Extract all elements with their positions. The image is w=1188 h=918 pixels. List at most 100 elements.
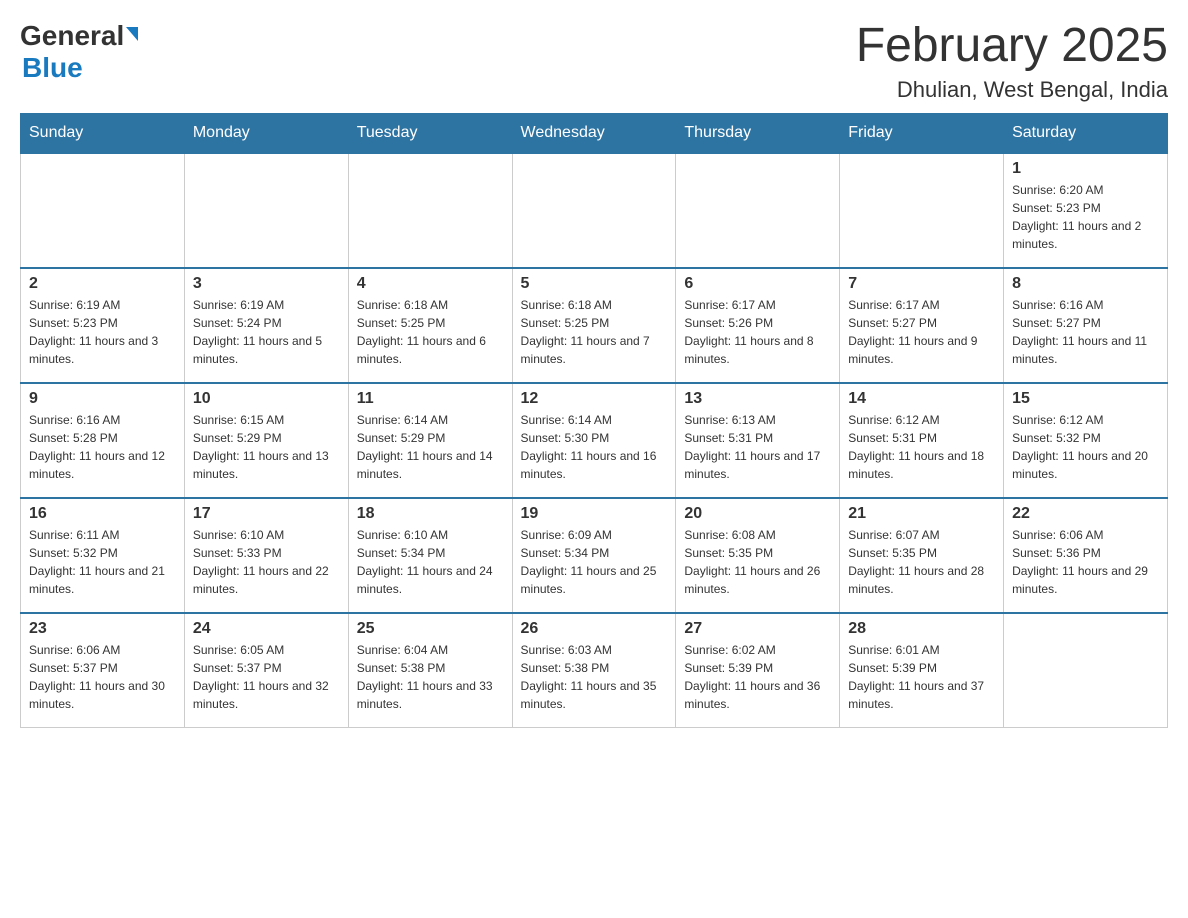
calendar-table: SundayMondayTuesdayWednesdayThursdayFrid…: [20, 113, 1168, 729]
calendar-cell: 24 Sunrise: 6:05 AMSunset: 5:37 PMDayligh…: [184, 613, 348, 728]
day-number: 9: [29, 390, 176, 408]
day-info: Sunrise: 6:04 AMSunset: 5:38 PMDaylight:…: [357, 641, 504, 713]
header-saturday: Saturday: [1004, 113, 1168, 153]
day-number: 13: [684, 390, 831, 408]
day-info: Sunrise: 6:18 AMSunset: 5:25 PMDaylight:…: [357, 296, 504, 368]
day-number: 26: [521, 620, 668, 638]
day-info: Sunrise: 6:19 AMSunset: 5:23 PMDaylight:…: [29, 296, 176, 368]
week-row-4: 16 Sunrise: 6:11 AMSunset: 5:32 PMDayligh…: [21, 498, 1168, 613]
calendar-cell: [184, 153, 348, 268]
day-number: 23: [29, 620, 176, 638]
header-row: SundayMondayTuesdayWednesdayThursdayFrid…: [21, 113, 1168, 153]
day-number: 7: [848, 275, 995, 293]
calendar-cell: 19 Sunrise: 6:09 AMSunset: 5:34 PMDayligh…: [512, 498, 676, 613]
calendar-cell: 9 Sunrise: 6:16 AMSunset: 5:28 PMDaylight…: [21, 383, 185, 498]
day-number: 4: [357, 275, 504, 293]
header-thursday: Thursday: [676, 113, 840, 153]
calendar-cell: 27 Sunrise: 6:02 AMSunset: 5:39 PMDayligh…: [676, 613, 840, 728]
week-row-1: 1Sunrise: 6:20 AMSunset: 5:23 PMDaylight…: [21, 153, 1168, 268]
calendar-cell: 13Sunrise: 6:13 AMSunset: 5:31 PMDayligh…: [676, 383, 840, 498]
day-number: 25: [357, 620, 504, 638]
calendar-cell: 7 Sunrise: 6:17 AMSunset: 5:27 PMDaylight…: [840, 268, 1004, 383]
day-number: 19: [521, 505, 668, 523]
day-info: Sunrise: 6:18 AMSunset: 5:25 PMDaylight:…: [521, 296, 668, 368]
calendar-cell: [840, 153, 1004, 268]
header-wednesday: Wednesday: [512, 113, 676, 153]
calendar-cell: 14Sunrise: 6:12 AMSunset: 5:31 PMDayligh…: [840, 383, 1004, 498]
calendar-cell: 2Sunrise: 6:19 AMSunset: 5:23 PMDaylight…: [21, 268, 185, 383]
header-monday: Monday: [184, 113, 348, 153]
calendar-cell: 26Sunrise: 6:03 AMSunset: 5:38 PMDayligh…: [512, 613, 676, 728]
calendar-cell: 18 Sunrise: 6:10 AMSunset: 5:34 PMDayligh…: [348, 498, 512, 613]
calendar-cell: [1004, 613, 1168, 728]
calendar-cell: [21, 153, 185, 268]
day-number: 11: [357, 390, 504, 408]
day-info: Sunrise: 6:08 AMSunset: 5:35 PMDaylight:…: [684, 526, 831, 598]
day-info: Sunrise: 6:17 AMSunset: 5:26 PMDaylight:…: [684, 296, 831, 368]
day-number: 28: [848, 620, 995, 638]
week-row-2: 2Sunrise: 6:19 AMSunset: 5:23 PMDaylight…: [21, 268, 1168, 383]
day-info: Sunrise: 6:12 AMSunset: 5:31 PMDaylight:…: [848, 411, 995, 483]
day-info: Sunrise: 6:06 AMSunset: 5:36 PMDaylight:…: [1012, 526, 1159, 598]
calendar-cell: 12 Sunrise: 6:14 AMSunset: 5:30 PMDayligh…: [512, 383, 676, 498]
day-info: Sunrise: 6:17 AMSunset: 5:27 PMDaylight:…: [848, 296, 995, 368]
day-info: Sunrise: 6:12 AMSunset: 5:32 PMDaylight:…: [1012, 411, 1159, 483]
day-info: Sunrise: 6:11 AMSunset: 5:32 PMDaylight:…: [29, 526, 176, 598]
calendar-cell: 25 Sunrise: 6:04 AMSunset: 5:38 PMDayligh…: [348, 613, 512, 728]
calendar-title: February 2025: [856, 20, 1168, 73]
day-number: 16: [29, 505, 176, 523]
day-number: 12: [521, 390, 668, 408]
logo-arrow-icon: [126, 27, 138, 41]
day-info: Sunrise: 6:01 AMSunset: 5:39 PMDaylight:…: [848, 641, 995, 713]
day-number: 8: [1012, 275, 1159, 293]
day-info: Sunrise: 6:16 AMSunset: 5:28 PMDaylight:…: [29, 411, 176, 483]
day-number: 15: [1012, 390, 1159, 408]
day-number: 17: [193, 505, 340, 523]
day-number: 27: [684, 620, 831, 638]
calendar-cell: [676, 153, 840, 268]
day-info: Sunrise: 6:05 AMSunset: 5:37 PMDaylight:…: [193, 641, 340, 713]
day-info: Sunrise: 6:10 AMSunset: 5:34 PMDaylight:…: [357, 526, 504, 598]
day-info: Sunrise: 6:06 AMSunset: 5:37 PMDaylight:…: [29, 641, 176, 713]
day-info: Sunrise: 6:15 AMSunset: 5:29 PMDaylight:…: [193, 411, 340, 483]
logo-blue-part: [124, 31, 138, 41]
calendar-cell: 4 Sunrise: 6:18 AMSunset: 5:25 PMDaylight…: [348, 268, 512, 383]
day-number: 5: [521, 275, 668, 293]
day-number: 20: [684, 505, 831, 523]
calendar-cell: 3Sunrise: 6:19 AMSunset: 5:24 PMDaylight…: [184, 268, 348, 383]
calendar-cell: [348, 153, 512, 268]
day-info: Sunrise: 6:02 AMSunset: 5:39 PMDaylight:…: [684, 641, 831, 713]
calendar-cell: 5 Sunrise: 6:18 AMSunset: 5:25 PMDaylight…: [512, 268, 676, 383]
day-info: Sunrise: 6:16 AMSunset: 5:27 PMDaylight:…: [1012, 296, 1159, 368]
day-info: Sunrise: 6:14 AMSunset: 5:30 PMDaylight:…: [521, 411, 668, 483]
day-number: 24: [193, 620, 340, 638]
calendar-cell: 1Sunrise: 6:20 AMSunset: 5:23 PMDaylight…: [1004, 153, 1168, 268]
header-friday: Friday: [840, 113, 1004, 153]
calendar-cell: 21Sunrise: 6:07 AMSunset: 5:35 PMDayligh…: [840, 498, 1004, 613]
header-tuesday: Tuesday: [348, 113, 512, 153]
page-header: General Blue February 2025 Dhulian, West…: [20, 20, 1168, 103]
day-number: 6: [684, 275, 831, 293]
calendar-cell: 28 Sunrise: 6:01 AMSunset: 5:39 PMDayligh…: [840, 613, 1004, 728]
calendar-cell: 22Sunrise: 6:06 AMSunset: 5:36 PMDayligh…: [1004, 498, 1168, 613]
calendar-cell: [512, 153, 676, 268]
calendar-cell: 20 Sunrise: 6:08 AMSunset: 5:35 PMDayligh…: [676, 498, 840, 613]
week-row-5: 23 Sunrise: 6:06 AMSunset: 5:37 PMDayligh…: [21, 613, 1168, 728]
day-number: 1: [1012, 160, 1159, 178]
logo-general-text: General: [20, 20, 124, 52]
calendar-cell: 8 Sunrise: 6:16 AMSunset: 5:27 PMDaylight…: [1004, 268, 1168, 383]
day-info: Sunrise: 6:07 AMSunset: 5:35 PMDaylight:…: [848, 526, 995, 598]
calendar-cell: 16 Sunrise: 6:11 AMSunset: 5:32 PMDayligh…: [21, 498, 185, 613]
title-area: February 2025 Dhulian, West Bengal, Indi…: [856, 20, 1168, 103]
day-info: Sunrise: 6:10 AMSunset: 5:33 PMDaylight:…: [193, 526, 340, 598]
calendar-cell: 6 Sunrise: 6:17 AMSunset: 5:26 PMDaylight…: [676, 268, 840, 383]
calendar-subtitle: Dhulian, West Bengal, India: [856, 77, 1168, 103]
day-number: 18: [357, 505, 504, 523]
day-info: Sunrise: 6:14 AMSunset: 5:29 PMDaylight:…: [357, 411, 504, 483]
calendar-cell: 10Sunrise: 6:15 AMSunset: 5:29 PMDayligh…: [184, 383, 348, 498]
header-sunday: Sunday: [21, 113, 185, 153]
logo-blue-text: Blue: [22, 52, 83, 84]
calendar-cell: 23 Sunrise: 6:06 AMSunset: 5:37 PMDayligh…: [21, 613, 185, 728]
day-info: Sunrise: 6:09 AMSunset: 5:34 PMDaylight:…: [521, 526, 668, 598]
logo: General Blue: [20, 20, 138, 84]
